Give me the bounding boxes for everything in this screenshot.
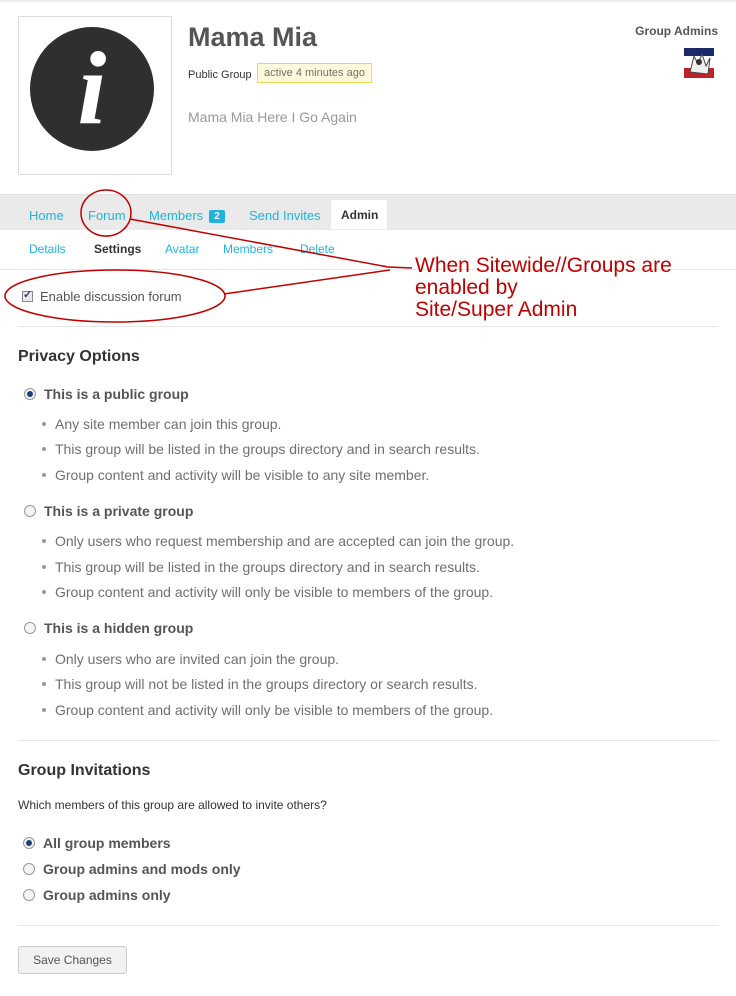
- annotation-text: When Sitewide//Groups are enabled by Sit…: [415, 255, 672, 321]
- annotation-line-2: enabled by: [415, 276, 518, 299]
- annotation-circle-checkbox: [4, 269, 226, 323]
- annotation-overlay: [4, 189, 413, 323]
- annotation-line: [129, 218, 389, 268]
- annotation-line: [387, 266, 413, 269]
- annotation-line: [223, 269, 391, 295]
- annotation-line-3: Site/Super Admin: [415, 298, 578, 321]
- annotation-circle-forum: [80, 189, 132, 237]
- annotation-line-1: When Sitewide//Groups are: [415, 254, 672, 277]
